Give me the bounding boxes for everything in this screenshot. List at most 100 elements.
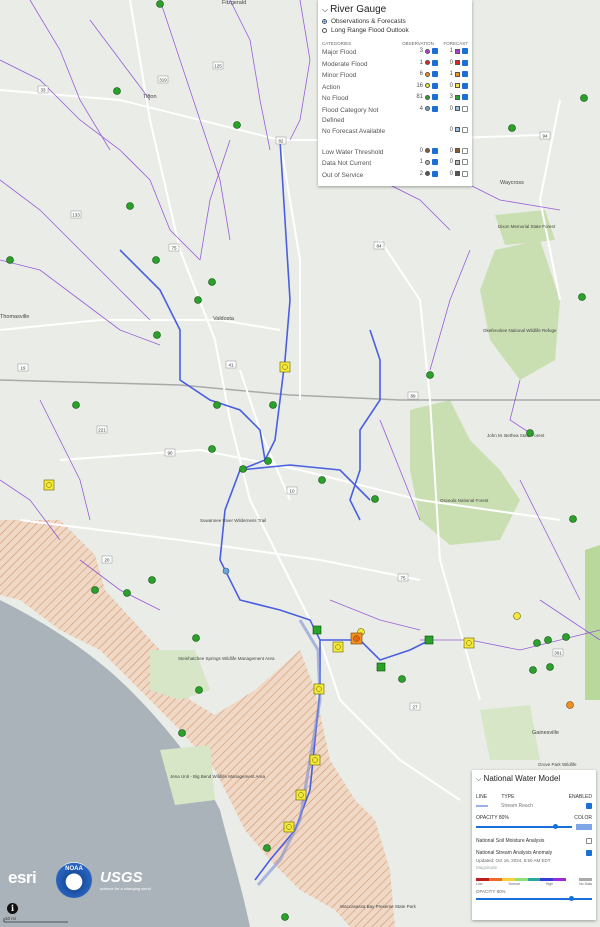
gauge-marker[interactable] [91,586,99,594]
observation-checkbox[interactable] [432,147,438,154]
opacity-slider[interactable] [476,824,572,829]
river-gauge-header[interactable]: ⌵ River Gauge [318,0,472,17]
chevron-down-icon[interactable]: ⌵ [322,5,328,15]
anomaly-colorbar [476,878,593,881]
gauge-forecast-marker[interactable] [43,479,55,491]
gauge-marker[interactable] [398,675,406,683]
gauge-marker-undefined[interactable] [222,567,230,575]
observation-swatch [425,159,430,165]
forecast-checkbox[interactable] [462,71,468,77]
gauge-forecast-marker[interactable] [309,754,321,766]
gauge-marker[interactable] [194,296,202,304]
forecast-swatch [455,106,460,111]
gauge-marker[interactable] [426,371,434,379]
gauge-forecast-marker[interactable] [424,635,434,645]
gauge-marker[interactable] [513,612,521,620]
gauge-forecast-marker[interactable] [295,789,307,801]
gauge-forecast-marker[interactable] [376,662,386,672]
gauge-marker[interactable] [578,293,586,301]
forecast-checkbox[interactable] [462,159,468,165]
stream-anomaly-checkbox[interactable] [586,850,592,856]
gauge-marker[interactable] [526,429,534,437]
gauge-marker[interactable] [269,401,277,409]
opacity-label: OPACITY 80% [476,815,509,821]
gauge-marker[interactable] [566,701,574,709]
gauge-marker[interactable] [72,401,80,409]
gauge-marker[interactable] [233,121,241,129]
gauge-marker[interactable] [546,663,554,671]
gauge-marker[interactable] [533,639,541,647]
gauge-marker[interactable] [156,0,164,8]
observation-checkbox[interactable] [432,105,438,112]
observation-checkbox[interactable] [432,59,438,66]
forecast-checkbox[interactable] [462,170,468,177]
forecast-checkbox[interactable] [462,105,468,112]
gauge-marker[interactable] [264,457,272,465]
observation-checkbox[interactable] [432,71,438,77]
gauge-marker[interactable] [580,94,588,102]
stream-reach-checkbox[interactable] [586,803,592,809]
chevron-down-icon[interactable]: ⌵ [476,776,481,783]
gauge-marker[interactable] [213,401,221,409]
svg-text:301: 301 [554,651,562,656]
label-valdosta: Valdosta [213,316,235,322]
gauge-marker[interactable] [208,278,216,286]
gauge-marker[interactable] [152,256,160,264]
forecast-checkbox[interactable] [462,147,468,154]
gauge-marker[interactable] [208,445,216,453]
soil-moisture-label: National Soil Moisture Analysis [476,838,545,844]
radio-icon[interactable] [322,28,327,33]
gauge-marker[interactable] [281,913,289,921]
gauge-marker[interactable] [126,202,134,210]
gauge-marker[interactable] [195,686,203,694]
gauge-marker[interactable] [544,636,552,644]
nwm-header[interactable]: ⌵ National Water Model [472,770,596,788]
forecast-checkbox[interactable] [462,48,468,54]
forecast-count: 1 [449,71,453,77]
gauge-marker[interactable] [153,331,161,339]
radio-observations[interactable]: Observations & Forecasts [318,17,472,26]
gauge-forecast-marker[interactable] [313,683,325,695]
gauge-marker[interactable] [318,476,326,484]
gauge-forecast-marker[interactable] [332,641,344,653]
gauge-marker[interactable] [148,576,156,584]
info-button[interactable]: i [7,903,18,914]
gauge-marker[interactable] [123,589,131,597]
gauge-marker[interactable] [178,729,186,737]
observation-checkbox[interactable] [432,48,438,54]
radio-icon[interactable] [322,19,327,24]
gauge-marker[interactable] [192,634,200,642]
gauge-marker[interactable] [113,87,121,95]
observation-checkbox[interactable] [432,94,438,100]
gauge-marker[interactable] [6,256,14,264]
gauge-forecast-marker[interactable] [279,361,291,373]
gauge-marker[interactable] [263,844,271,852]
category-label: Major Flood [322,49,357,56]
magnitude-label: Magnitude [476,865,498,870]
forecast-checkbox[interactable] [462,82,468,89]
observation-checkbox[interactable] [432,82,438,89]
gauge-marker[interactable] [562,633,570,641]
anomaly-opacity-slider[interactable] [476,896,592,901]
observation-swatch [425,48,430,54]
gauge-forecast-marker[interactable] [283,821,295,833]
gauge-marker[interactable] [529,666,537,674]
gauge-marker[interactable] [239,465,247,473]
slider-knob[interactable] [552,824,558,829]
gauge-forecast-marker[interactable] [312,625,322,635]
gauge-marker[interactable] [371,495,379,503]
gauge-forecast-marker[interactable] [463,637,475,649]
slider-knob[interactable] [568,896,574,901]
observation-count: 2 [419,170,423,177]
gauge-marker[interactable] [508,124,516,132]
forecast-checkbox[interactable] [462,126,468,133]
color-swatch[interactable] [576,824,592,830]
soil-moisture-checkbox[interactable] [586,838,592,844]
radio-flood-outlook[interactable]: Long Range Flood Outlook [318,26,472,35]
observation-checkbox[interactable] [432,159,438,165]
col-type: TYPE [501,794,515,800]
gauge-marker[interactable] [569,515,577,523]
observation-checkbox[interactable] [432,170,438,177]
forecast-checkbox[interactable] [462,59,468,66]
forecast-checkbox[interactable] [462,94,468,100]
